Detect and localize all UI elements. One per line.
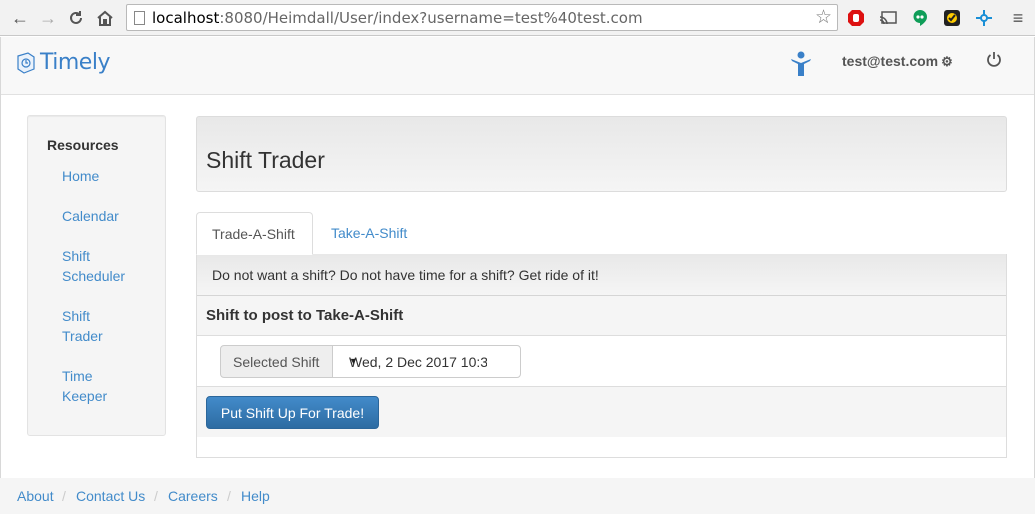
form-heading: Shift to post to Take-A-Shift: [197, 296, 1006, 336]
reload-icon[interactable]: [64, 6, 88, 30]
clock-logo-icon: [17, 51, 35, 74]
sidebar-item-calendar[interactable]: Calendar: [62, 206, 152, 226]
bookmark-star-icon[interactable]: ☆: [815, 6, 832, 29]
tab-label: Trade-A-Shift: [212, 226, 295, 242]
selected-shift-label-text: Selected Shift: [233, 354, 320, 370]
footer-separator: /: [154, 488, 158, 504]
footer-link-help[interactable]: Help: [241, 488, 270, 504]
put-shift-up-for-trade-button[interactable]: Put Shift Up For Trade!: [206, 396, 379, 429]
brand-logo[interactable]: Timely: [16, 50, 110, 75]
cast-icon[interactable]: [878, 8, 898, 28]
page-title: Shift Trader: [206, 147, 325, 173]
gear-icon: ⚙: [941, 54, 953, 69]
sidebar-item-time-keeper[interactable]: Time Keeper: [62, 366, 112, 406]
forward-icon[interactable]: →: [36, 6, 60, 30]
footer-link-about[interactable]: About: [17, 488, 54, 504]
power-icon[interactable]: [986, 51, 1002, 72]
tab-take-a-shift[interactable]: Take-A-Shift: [331, 225, 407, 241]
user-email: test@test.com: [842, 53, 939, 69]
tab-trade-a-shift[interactable]: Trade-A-Shift: [196, 212, 313, 255]
notice-text: Do not want a shift? Do not have time fo…: [212, 267, 599, 283]
trade-panel: Do not want a shift? Do not have time fo…: [196, 254, 1007, 458]
network-icon[interactable]: [974, 8, 994, 28]
accessibility-person-icon[interactable]: [790, 51, 812, 80]
sidebar-heading: Resources: [47, 137, 119, 153]
caret-down-icon: ▼: [349, 356, 358, 366]
footer: About / Contact Us / Careers / Help: [0, 478, 1035, 514]
menu-icon[interactable]: ≡: [1008, 8, 1028, 28]
shift-select-row: Selected Shift Wed, 2 Dec 2017 10:30 ▼: [197, 336, 1006, 387]
norton-icon[interactable]: [942, 8, 962, 28]
page-header: Shift Trader: [196, 116, 1007, 192]
footer-link-careers[interactable]: Careers: [168, 488, 218, 504]
form-heading-text: Shift to post to Take-A-Shift: [206, 307, 404, 324]
stop-icon[interactable]: [846, 8, 866, 28]
form-actions: Put Shift Up For Trade!: [197, 387, 1006, 437]
user-menu[interactable]: test@test.com ⚙: [842, 53, 953, 70]
app-navbar: Timely test@test.com ⚙: [0, 37, 1035, 95]
back-icon[interactable]: ←: [8, 6, 32, 30]
notice-bar: Do not want a shift? Do not have time fo…: [197, 254, 1006, 296]
footer-separator: /: [227, 488, 231, 504]
hangouts-icon[interactable]: [910, 8, 930, 28]
sidebar-item-home[interactable]: Home: [62, 166, 152, 186]
sidebar-item-shift-scheduler[interactable]: Shift Scheduler: [62, 246, 137, 286]
url-text[interactable]: localhost:8080/Heimdall/User/index?usern…: [152, 9, 643, 27]
footer-link-contact-us[interactable]: Contact Us: [76, 488, 145, 504]
shift-select[interactable]: Wed, 2 Dec 2017 10:30 ▼: [332, 345, 521, 378]
page-icon: [134, 11, 145, 25]
selected-shift-label: Selected Shift: [220, 345, 333, 378]
address-bar[interactable]: localhost:8080/Heimdall/User/index?usern…: [126, 4, 838, 31]
sidebar-item-shift-trader[interactable]: Shift Trader: [62, 306, 112, 346]
sidebar: Resources Home Calendar Shift Scheduler …: [27, 115, 166, 436]
home-icon[interactable]: [93, 6, 117, 30]
page-border: [0, 37, 1, 478]
browser-toolbar: ← → localhost:8080/Heimdall/User/index?u…: [0, 0, 1035, 36]
brand-name: Timely: [40, 50, 110, 75]
footer-separator: /: [62, 488, 66, 504]
